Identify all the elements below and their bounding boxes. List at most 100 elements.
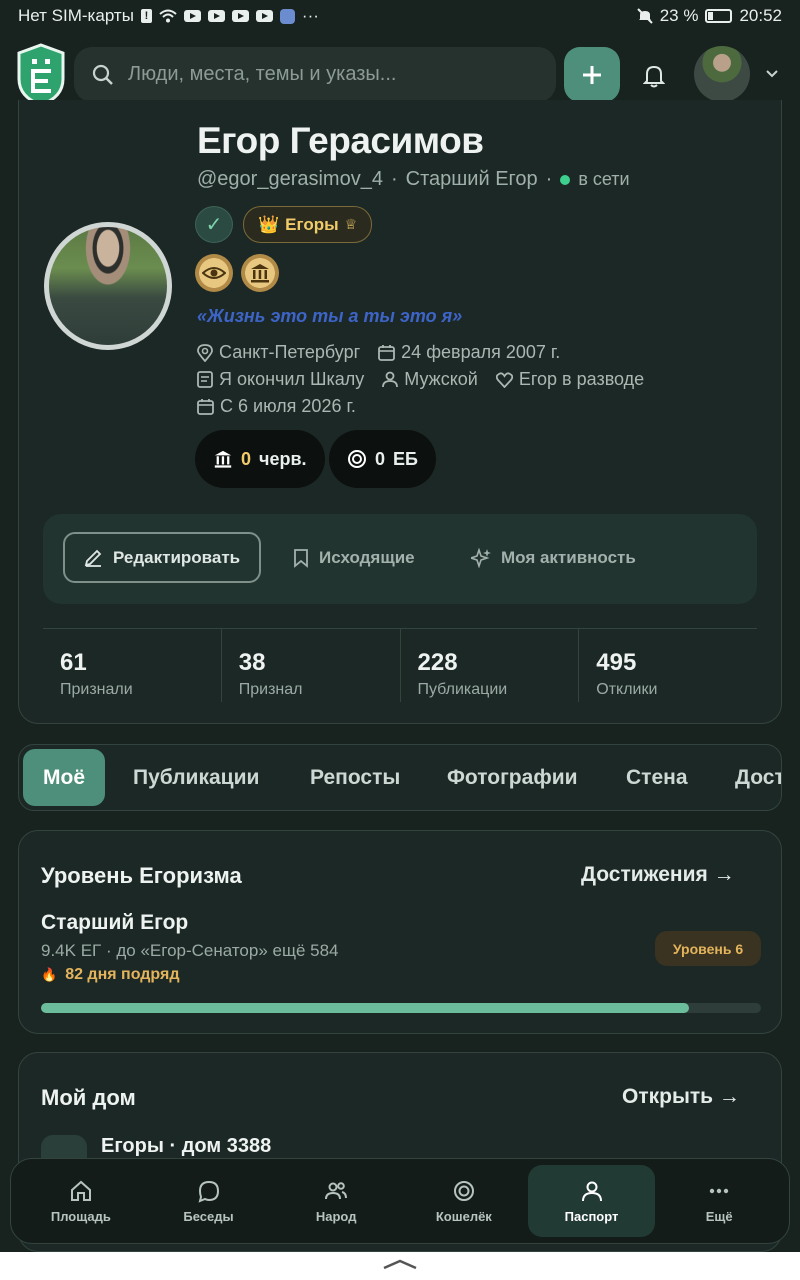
- open-home-link[interactable]: Открыть →: [622, 1085, 740, 1109]
- online-indicator: [560, 174, 571, 185]
- sim-warning-icon: !: [140, 9, 152, 23]
- wifi-icon: [159, 9, 177, 23]
- eb-value: 0: [375, 448, 386, 469]
- bottom-nav: Площадь Беседы Народ Кошелёк Паспорт Ещё: [10, 1158, 790, 1244]
- tab-achievements[interactable]: Дост: [735, 749, 781, 806]
- stat-responses[interactable]: 495 Отклики: [578, 629, 757, 702]
- coin-icon: [348, 450, 366, 468]
- stat-publications[interactable]: 228 Публикации: [399, 629, 579, 702]
- info-row-3: С 6 июля 2026 г.: [197, 396, 356, 417]
- plus-icon: [583, 65, 601, 84]
- activity-label: Моя активность: [501, 547, 636, 567]
- profile-gender: Мужской: [404, 369, 478, 389]
- person-icon: [382, 371, 399, 388]
- nav-label: Кошелёк: [435, 1208, 492, 1224]
- nav-more[interactable]: Ещё: [655, 1165, 783, 1237]
- home-icon: [70, 1180, 91, 1201]
- battery-icon: [705, 9, 733, 23]
- info-row-2: Я окончил Шкалу Мужской Егор в разводе: [197, 369, 644, 390]
- sparkle-icon: [471, 547, 491, 568]
- online-status: в сети: [578, 169, 630, 189]
- level-card: Уровень Егоризма Достижения → Старший Ег…: [18, 830, 782, 1034]
- nav-passport[interactable]: Паспорт: [527, 1165, 656, 1237]
- level-progress-bar: [41, 1003, 761, 1013]
- notifications-button[interactable]: [636, 60, 672, 92]
- chevron-down-icon[interactable]: [764, 66, 780, 82]
- tab-mine[interactable]: Моё: [23, 749, 105, 806]
- tab-photos[interactable]: Фотографии: [447, 749, 578, 806]
- search-icon: [92, 64, 113, 85]
- profile-quote: «Жизнь это ты а ты это я»: [197, 306, 463, 326]
- chervontsy-balance[interactable]: 0 черв.: [195, 430, 325, 488]
- pencil-icon: [84, 549, 102, 567]
- youtube-icon: [255, 10, 273, 22]
- outgoing-button[interactable]: Исходящие: [293, 532, 415, 583]
- nav-label: Ещё: [705, 1208, 733, 1224]
- achievements-link[interactable]: Достижения →: [581, 863, 735, 887]
- status-bar: Нет SIM-карты ! ··· 23 % 20:52: [0, 0, 800, 32]
- youtube-icon: [183, 10, 201, 22]
- edit-profile-button[interactable]: Редактировать: [63, 532, 261, 583]
- chervontsy-unit: черв.: [259, 448, 307, 469]
- streak: 🔥 82 дня подряд: [41, 966, 179, 984]
- stat-recognized[interactable]: 38 Признал: [220, 629, 400, 702]
- calendar-icon: [197, 399, 214, 415]
- profile-city: Санкт-Петербург: [219, 342, 361, 362]
- system-gesture-bar[interactable]: [0, 1252, 800, 1280]
- level-rank: Старший Егор: [41, 911, 189, 934]
- eb-unit: ЕБ: [393, 448, 418, 469]
- profile-avatar[interactable]: [44, 222, 172, 350]
- level-title: Уровень Егоризма: [41, 863, 242, 888]
- level-badge: Уровень 6: [655, 931, 761, 966]
- institution-icon: [214, 450, 232, 468]
- level-progress-text: 9.4K ЕГ · до «Егор-Сенатор» ещё 584: [41, 941, 339, 960]
- profile-rank: Старший Егор: [405, 168, 538, 190]
- outgoing-label: Исходящие: [319, 547, 415, 567]
- chat-icon: [198, 1180, 219, 1203]
- mute-icon: [636, 8, 653, 24]
- calendar-icon: [378, 345, 396, 361]
- tab-wall[interactable]: Стена: [626, 749, 688, 806]
- stat-recognized-by[interactable]: 61 Признали: [43, 629, 221, 702]
- user-avatar[interactable]: [694, 46, 750, 102]
- activity-button[interactable]: Моя активность: [471, 532, 636, 583]
- nav-label: Народ: [315, 1208, 357, 1224]
- group-badge-label: Егоры: [285, 214, 339, 234]
- tab-publications[interactable]: Публикации: [133, 749, 259, 806]
- profile-handle: @egor_gerasimov_4: [197, 168, 383, 190]
- edit-profile-label: Редактировать: [113, 547, 241, 567]
- more-notifications-icon: ···: [301, 6, 319, 25]
- nav-label: Площадь: [50, 1208, 111, 1224]
- crown-outline-icon: ♕: [344, 216, 358, 232]
- app-notification-icon: [279, 8, 295, 24]
- app-logo-icon[interactable]: [16, 43, 66, 107]
- house-name[interactable]: Егоры · дом 3388: [101, 1135, 271, 1158]
- institution-medal-icon[interactable]: [241, 254, 279, 292]
- nav-label: Беседы: [183, 1208, 234, 1224]
- users-icon: [325, 1181, 348, 1199]
- battery-percent: 23 %: [659, 6, 699, 25]
- heart-icon: [495, 371, 513, 388]
- create-button[interactable]: [564, 47, 620, 102]
- chervontsy-value: 0: [241, 448, 252, 469]
- nav-label: Паспорт: [564, 1208, 619, 1224]
- profile-stats: 61 Признали 38 Признал 228 Публикации 495 От…: [43, 628, 757, 702]
- nav-chats[interactable]: Беседы: [145, 1165, 273, 1237]
- nav-square[interactable]: Площадь: [17, 1165, 145, 1237]
- location-icon: [197, 343, 213, 362]
- group-badge[interactable]: 👑 Егоры ♕: [243, 206, 373, 243]
- chevron-up-icon: [383, 1259, 417, 1270]
- eye-medal-icon[interactable]: [195, 254, 233, 292]
- search-input[interactable]: [128, 63, 528, 86]
- nav-people[interactable]: Народ: [272, 1165, 400, 1237]
- verified-badge-icon[interactable]: ✓: [195, 206, 233, 243]
- nav-wallet[interactable]: Кошелёк: [400, 1165, 528, 1237]
- medals: [195, 254, 279, 292]
- search-bar[interactable]: [74, 47, 556, 102]
- streak-text: 82 дня подряд: [65, 966, 180, 983]
- profile-tabs: Моё Публикации Репосты Фотографии Стена …: [18, 744, 782, 811]
- profile-actions: Редактировать Исходящие Моя активность: [43, 514, 757, 604]
- eb-balance[interactable]: 0 ЕБ: [329, 430, 436, 488]
- home-title: Мой дом: [41, 1085, 136, 1110]
- tab-reposts[interactable]: Репосты: [310, 749, 400, 806]
